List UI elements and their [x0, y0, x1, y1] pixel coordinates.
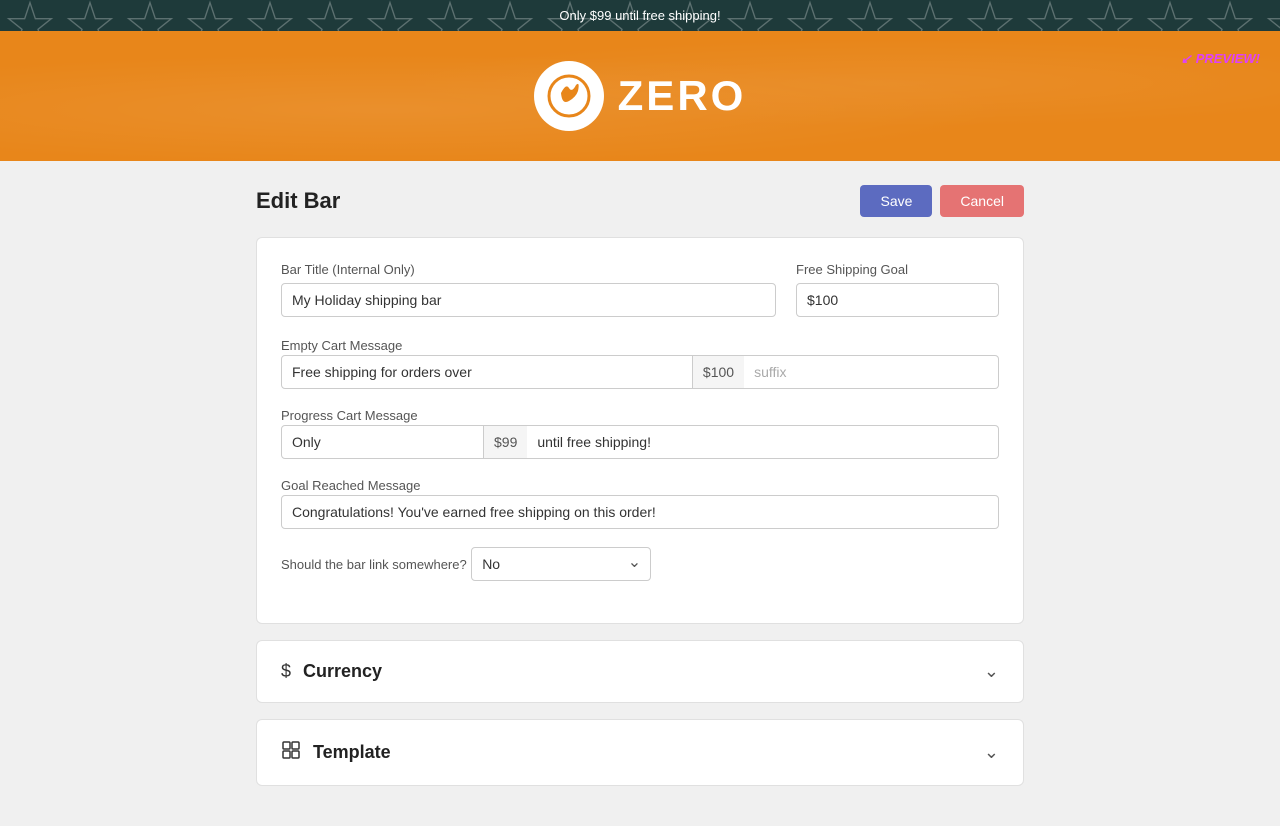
- bar-link-select[interactable]: No Yes: [471, 547, 651, 581]
- empty-cart-amount-badge: $100: [693, 355, 744, 389]
- progress-cart-label: Progress Cart Message: [281, 408, 418, 423]
- progress-cart-inline: $99: [281, 425, 999, 459]
- bar-title-group: Bar Title (Internal Only): [281, 262, 776, 317]
- currency-section-title: Currency: [303, 661, 382, 682]
- edit-bar-card: Bar Title (Internal Only) Free Shipping …: [256, 237, 1024, 624]
- empty-cart-message-row: Empty Cart Message $100: [281, 337, 999, 389]
- free-shipping-goal-input[interactable]: [796, 283, 999, 317]
- row-bar-title-goal: Bar Title (Internal Only) Free Shipping …: [281, 262, 999, 317]
- logo-circle: [534, 61, 604, 131]
- preview-badge: ↙PREVIEW!: [1181, 51, 1260, 67]
- bar-title-input[interactable]: [281, 283, 776, 317]
- template-section[interactable]: Template ⌄: [256, 719, 1024, 786]
- bar-title-label: Bar Title (Internal Only): [281, 262, 776, 277]
- currency-section-left: $ Currency: [281, 661, 382, 682]
- empty-cart-prefix-input[interactable]: [281, 355, 693, 389]
- main-content: Edit Bar Save Cancel Bar Title (Internal…: [240, 161, 1040, 826]
- bar-link-row: Should the bar link somewhere? No Yes: [281, 547, 999, 581]
- bar-link-select-wrapper: No Yes: [471, 547, 651, 581]
- goal-reached-input[interactable]: [281, 495, 999, 529]
- empty-cart-suffix-input[interactable]: [744, 355, 999, 389]
- progress-prefix-input[interactable]: [281, 425, 484, 459]
- template-section-left: Template: [281, 740, 391, 765]
- progress-suffix-input[interactable]: [527, 425, 999, 459]
- free-shipping-goal-label: Free Shipping Goal: [796, 262, 999, 277]
- save-button[interactable]: Save: [860, 185, 932, 217]
- logo-area: ZERO: [534, 61, 747, 131]
- goal-reached-label: Goal Reached Message: [281, 478, 420, 493]
- goal-reached-message-row: Goal Reached Message: [281, 477, 999, 529]
- logo-icon: [546, 73, 592, 119]
- template-icon: [281, 740, 301, 765]
- bar-link-label: Should the bar link somewhere?: [281, 557, 467, 572]
- announcement-bar: Only $99 until free shipping!: [0, 0, 1280, 31]
- announcement-text: Only $99 until free shipping!: [559, 8, 720, 23]
- site-header: ZERO ↙PREVIEW!: [0, 31, 1280, 161]
- progress-cart-message-row: Progress Cart Message $99: [281, 407, 999, 459]
- template-chevron-icon: ⌄: [984, 742, 999, 763]
- logo-text: ZERO: [618, 72, 747, 120]
- template-section-title: Template: [313, 742, 391, 763]
- preview-arrow-icon: ↙: [1181, 51, 1192, 66]
- header-buttons: Save Cancel: [860, 185, 1024, 217]
- free-shipping-goal-group: Free Shipping Goal: [796, 262, 999, 317]
- cancel-button[interactable]: Cancel: [940, 185, 1024, 217]
- currency-section[interactable]: $ Currency ⌄: [256, 640, 1024, 703]
- progress-amount-badge: $99: [484, 425, 527, 459]
- page-title: Edit Bar: [256, 188, 340, 214]
- empty-cart-label: Empty Cart Message: [281, 338, 402, 353]
- currency-chevron-icon: ⌄: [984, 661, 999, 682]
- empty-cart-inline: $100: [281, 355, 999, 389]
- page-header: Edit Bar Save Cancel: [256, 185, 1024, 217]
- dollar-icon: $: [281, 661, 291, 682]
